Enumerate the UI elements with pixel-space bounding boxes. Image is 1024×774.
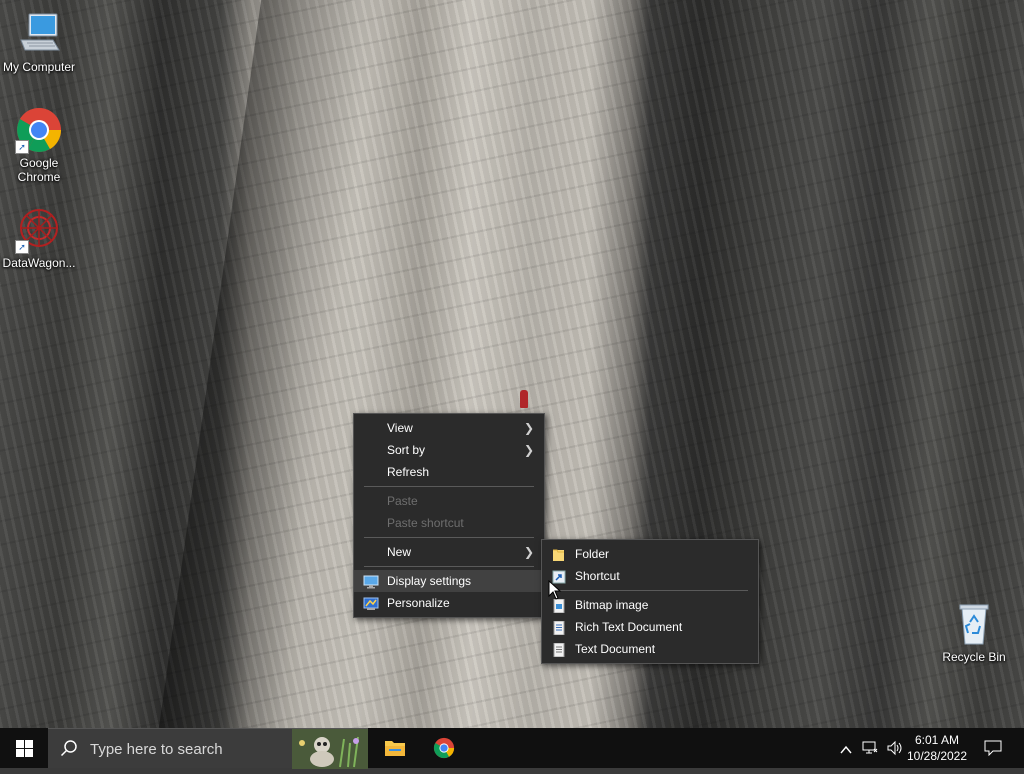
menu-item-personalize[interactable]: Personalize xyxy=(354,592,544,614)
chrome-icon xyxy=(433,737,455,764)
menu-item-new[interactable]: New ❯ xyxy=(354,541,544,563)
action-center-button[interactable] xyxy=(976,728,1010,768)
rich-text-document-icon xyxy=(551,620,567,636)
windows-logo-icon xyxy=(16,740,33,762)
shortcut-arrow-icon: ➚ xyxy=(15,140,29,154)
clock-time: 6:01 AM xyxy=(914,733,960,747)
taskbar-google-chrome[interactable] xyxy=(420,728,468,768)
submenu-item-text-document[interactable]: Text Document xyxy=(542,638,758,660)
start-button[interactable] xyxy=(0,728,48,768)
taskbar-file-explorer[interactable] xyxy=(371,728,419,768)
desktop-icon-google-chrome[interactable]: ➚ Google Chrome xyxy=(0,106,78,184)
file-explorer-icon xyxy=(384,738,406,763)
volume-icon xyxy=(886,740,904,761)
chevron-up-icon xyxy=(840,742,852,760)
menu-item-refresh[interactable]: Refresh xyxy=(354,461,544,483)
desktop-icon-label: Google Chrome xyxy=(17,156,61,184)
desktop-icon-my-computer[interactable]: My Computer xyxy=(0,10,78,74)
desktop-wallpaper[interactable] xyxy=(0,0,1024,728)
search-highlight-illustration-icon xyxy=(292,729,368,774)
desktop-icon-label: DataWagon... xyxy=(2,256,76,270)
bitmap-image-icon xyxy=(551,598,567,614)
text-document-icon xyxy=(551,642,567,658)
search-input[interactable] xyxy=(88,737,292,761)
submenu-item-shortcut[interactable]: Shortcut xyxy=(542,565,758,587)
computer-icon xyxy=(15,10,63,58)
chrome-icon: ➚ xyxy=(15,106,63,154)
search-icon xyxy=(60,739,78,762)
menu-separator xyxy=(364,537,534,538)
menu-item-sort-by[interactable]: Sort by ❯ xyxy=(354,439,544,461)
system-clock[interactable]: 6:01 AM 10/28/2022 xyxy=(904,732,970,764)
show-hidden-icons-button[interactable] xyxy=(836,728,856,768)
desktop-icon-datawagon[interactable]: ➚ DataWagon... xyxy=(0,206,78,270)
menu-item-display-settings[interactable]: Display settings xyxy=(354,570,544,592)
notification-icon xyxy=(984,740,1002,761)
submenu-item-bitmap-image[interactable]: Bitmap image xyxy=(542,594,758,616)
volume-button[interactable] xyxy=(883,728,905,768)
desktop-icon-recycle-bin[interactable]: Recycle Bin xyxy=(935,600,1013,664)
menu-item-paste-shortcut[interactable]: Paste shortcut xyxy=(354,512,544,534)
menu-separator xyxy=(364,486,534,487)
desktop-icon-label: Recycle Bin xyxy=(942,650,1006,664)
folder-icon xyxy=(551,547,567,561)
taskbar-search-box[interactable] xyxy=(48,728,368,769)
datawagon-icon: ➚ xyxy=(15,206,63,254)
chevron-right-icon: ❯ xyxy=(523,443,534,457)
menu-separator xyxy=(552,590,748,591)
display-icon xyxy=(363,574,379,589)
submenu-item-rich-text-document[interactable]: Rich Text Document xyxy=(542,616,758,638)
recycle-bin-icon xyxy=(950,600,998,648)
network-icon xyxy=(862,740,878,761)
menu-item-view[interactable]: View ❯ xyxy=(354,417,544,439)
desktop-icon-label: My Computer xyxy=(2,60,76,74)
desktop-context-menu: View ❯ Sort by ❯ Refresh Paste Paste sho… xyxy=(353,413,545,618)
chevron-right-icon: ❯ xyxy=(523,421,534,435)
taskbar: 6:01 AM 10/28/2022 xyxy=(0,728,1024,769)
menu-separator xyxy=(364,566,534,567)
network-status-button[interactable] xyxy=(858,728,882,768)
mouse-cursor-icon xyxy=(548,579,562,600)
chevron-right-icon: ❯ xyxy=(523,545,534,559)
personalize-icon xyxy=(363,596,379,610)
shortcut-arrow-icon: ➚ xyxy=(15,240,29,254)
submenu-item-folder[interactable]: Folder xyxy=(542,543,758,565)
climber-figure xyxy=(520,390,528,408)
clock-date: 10/28/2022 xyxy=(906,749,968,763)
menu-item-paste[interactable]: Paste xyxy=(354,490,544,512)
new-submenu: Folder Shortcut Bitmap image Rich Text D… xyxy=(541,539,759,664)
